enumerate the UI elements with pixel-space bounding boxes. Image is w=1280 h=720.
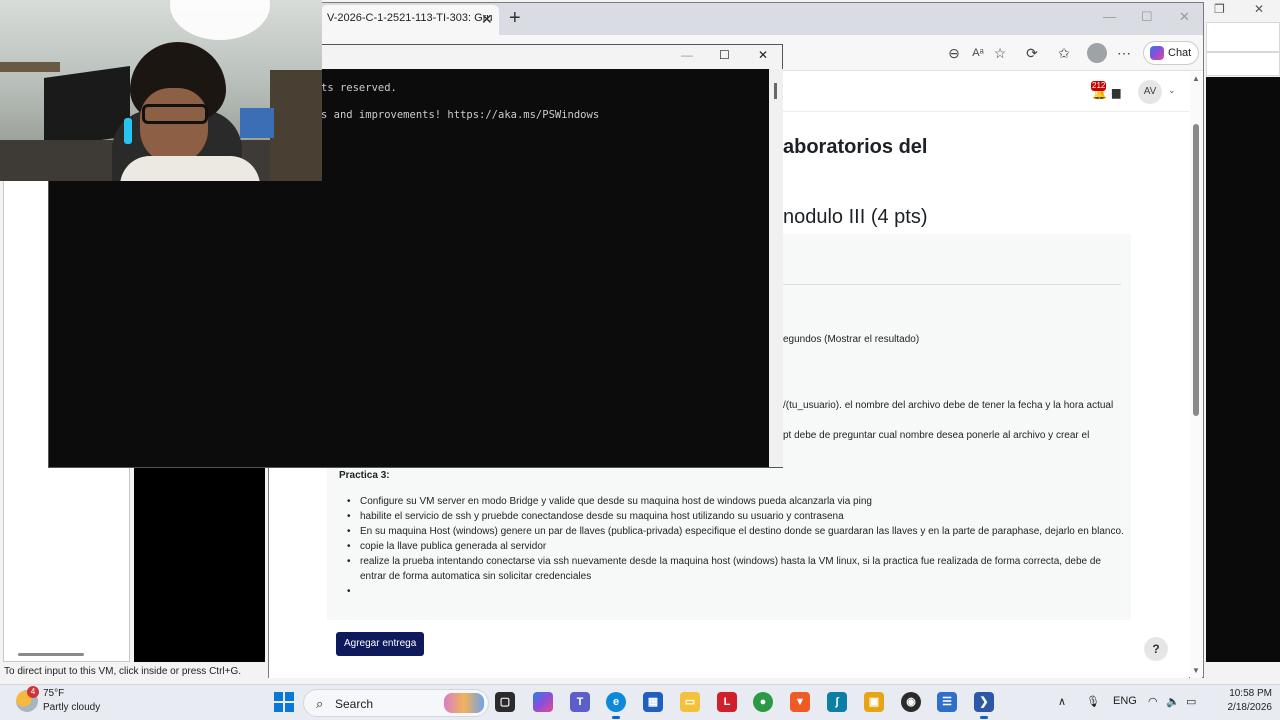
list-item — [339, 584, 1129, 599]
tab-title: V-2026-C-1-2521-113-TI-303: Gru — [327, 12, 493, 24]
copilot-app-icon[interactable] — [533, 692, 553, 712]
store-icon[interactable]: ▦ — [643, 692, 663, 712]
description-divider — [783, 284, 1121, 285]
vm-right-toolbar-2 — [1206, 52, 1280, 76]
webcam-poster — [240, 108, 274, 138]
app-s-icon[interactable]: ʃ — [827, 692, 847, 712]
scroll-up-icon[interactable]: ▲ — [1192, 74, 1200, 83]
add-submission-button[interactable]: Agregar entrega — [336, 632, 425, 656]
taskbar: 4 75°F Partly cloudy ⌕ Search ▢ T e ▦ ▭ … — [0, 684, 1280, 720]
webcam-person-glasses — [142, 104, 208, 124]
app-l-icon[interactable]: L — [717, 692, 737, 712]
list-item: realize la prueba intentando conectarse … — [339, 554, 1129, 584]
page-title: aboratorios del — [783, 136, 928, 158]
new-tab-icon[interactable]: + — [509, 7, 521, 30]
description-line: /(tu_usuario). el nombre del archivo deb… — [783, 400, 1114, 411]
weather-temp[interactable]: 75°F — [43, 688, 64, 699]
weather-badge: 4 — [27, 686, 39, 698]
description-line: pt debe de preguntar cual nombre desea p… — [783, 430, 1090, 441]
search-icon: ⌕ — [316, 696, 324, 711]
tab-close-icon[interactable]: ✕ — [481, 11, 493, 28]
clock-date[interactable]: 2/18/2026 — [1222, 702, 1273, 713]
notification-badge: 212 — [1091, 81, 1107, 91]
terminal-line: s and improvements! https://aka.ms/PSWin… — [321, 109, 600, 121]
terminal-minimize-icon[interactable]: — — [681, 48, 693, 62]
powershell-icon[interactable]: ❯ — [974, 692, 994, 719]
more-icon[interactable]: ⋯ — [1115, 44, 1133, 62]
description-line: egundos (Mostrar el resultado) — [783, 334, 920, 345]
chrome-icon[interactable]: ● — [753, 692, 773, 712]
zoom-icon[interactable]: ⊖ — [945, 44, 963, 62]
section-title: nodulo III (4 pts) — [783, 206, 928, 228]
window-close-icon[interactable]: ✕ — [1179, 9, 1190, 25]
volume-icon[interactable]: 🔈 — [1166, 695, 1180, 708]
message-icon[interactable]: ▆ — [1112, 86, 1120, 99]
copilot-icon — [1150, 46, 1164, 60]
copilot-chat-button[interactable]: Chat — [1143, 41, 1199, 65]
language-indicator[interactable]: ENG — [1113, 695, 1137, 707]
favorite-icon[interactable]: ☆ — [991, 44, 1009, 62]
close-icon[interactable]: ✕ — [1254, 2, 1264, 16]
scroll-down-icon[interactable]: ▼ — [1192, 666, 1200, 675]
windows-start-icon[interactable] — [274, 692, 294, 712]
vm-right-toolbar — [1206, 22, 1280, 52]
webcam-shelf-right — [270, 70, 322, 181]
user-avatar[interactable]: AV — [1138, 80, 1162, 104]
restore-icon[interactable]: ❐ — [1214, 2, 1225, 16]
page-scrollbar[interactable]: ▲ ▼ — [1190, 72, 1202, 678]
terminal-close-icon[interactable]: ✕ — [758, 48, 768, 62]
task-view-icon[interactable]: ▢ — [495, 692, 515, 712]
list-item: habilite el servicio de ssh y pruebde co… — [339, 509, 1129, 524]
search-label: Search — [335, 697, 374, 711]
tab-bar: V-2026-C-1-2521-113-TI-303: Gru ✕ + — ☐ … — [269, 3, 1203, 35]
chevron-up-icon[interactable]: ∧ — [1058, 695, 1066, 708]
browser-tab-active[interactable]: V-2026-C-1-2521-113-TI-303: Gru — [321, 5, 499, 35]
minimize-icon[interactable]: — — [1103, 9, 1116, 24]
wifi-icon[interactable]: ◠ — [1148, 695, 1158, 708]
vm-display-area[interactable] — [134, 468, 265, 662]
webcam-overlay — [0, 0, 322, 181]
help-button[interactable]: ? — [1144, 637, 1168, 661]
vm-status-text: To direct input to this VM, click inside… — [0, 662, 268, 684]
edge-icon[interactable]: e — [606, 692, 626, 719]
terminal-maximize-icon[interactable]: ☐ — [719, 48, 730, 62]
taskbar-search[interactable]: ⌕ Search — [303, 689, 489, 717]
maximize-icon[interactable]: ☐ — [1141, 9, 1153, 25]
battery-icon[interactable]: ▭ — [1186, 695, 1196, 708]
list-item: En su maquina Host (windows) genere un p… — [339, 524, 1129, 539]
remote-desktop-icon[interactable]: ▣ — [864, 692, 884, 712]
scroll-thumb[interactable] — [1193, 124, 1199, 416]
favorites-icon[interactable]: ✩ — [1055, 44, 1073, 62]
refresh-icon[interactable]: ⟳ — [1023, 44, 1041, 62]
obs-icon[interactable]: ◉ — [901, 692, 921, 712]
profile-icon[interactable] — [1087, 43, 1107, 63]
file-explorer-icon[interactable]: ▭ — [680, 692, 700, 712]
vm-right-status — [1202, 662, 1280, 684]
brave-icon[interactable]: ▼ — [790, 692, 810, 712]
search-highlight-icon — [444, 693, 484, 713]
clock-time[interactable]: 10:58 PM — [1222, 688, 1272, 699]
chat-label: Chat — [1168, 47, 1192, 59]
vm-right-display[interactable] — [1206, 77, 1280, 662]
webcam-person-shirt — [120, 156, 260, 181]
microphone-icon[interactable]: 🎙 — [1086, 695, 1100, 708]
terminal-scroll-thumb[interactable] — [774, 83, 777, 99]
webcam-shelf — [0, 62, 60, 72]
list-item: copie la llave publica generada al servi… — [339, 539, 1129, 554]
terminal-line: ts reserved. — [321, 82, 397, 94]
practica-heading: Practica 3: — [339, 470, 390, 481]
vm-left-scrollbar[interactable] — [18, 653, 84, 656]
chevron-down-icon[interactable]: ⌄ — [1168, 85, 1176, 96]
read-aloud-icon[interactable]: Aᵃ — [969, 44, 987, 62]
notepad-icon[interactable]: ☰ — [937, 692, 957, 712]
webcam-person-face — [140, 88, 208, 164]
teams-icon[interactable]: T — [570, 692, 590, 712]
list-item: Configure su VM server en modo Bridge y … — [339, 494, 1129, 509]
terminal-scrollbar[interactable] — [769, 69, 783, 467]
practica-list: Configure su VM server en modo Bridge y … — [339, 494, 1129, 599]
webcam-headset-glow — [124, 118, 132, 144]
weather-desc[interactable]: Partly cloudy — [43, 702, 100, 713]
